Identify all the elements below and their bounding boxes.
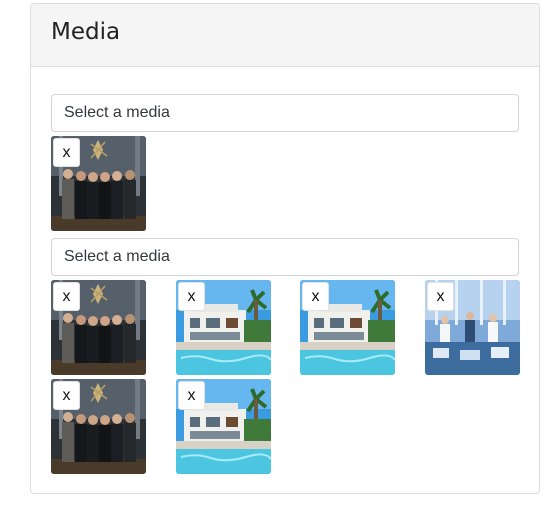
remove-media-button[interactable]: x [302, 282, 329, 311]
remove-media-button[interactable]: x [178, 282, 205, 311]
media-thumbnail: x [176, 280, 271, 375]
panel-header: Media [31, 4, 539, 67]
remove-media-button[interactable]: x [53, 138, 80, 167]
panel-title: Media [51, 19, 121, 45]
media-thumbnail: x [51, 379, 146, 474]
media-thumbnail: x [176, 379, 271, 474]
remove-media-button[interactable]: x [178, 381, 205, 410]
remove-media-button[interactable]: x [427, 282, 454, 311]
media-thumbnail: x [300, 280, 395, 375]
media-panel: Media x x x x x x x [30, 3, 540, 494]
media-thumbnail: x [51, 136, 146, 231]
media-thumbnail: x [51, 280, 146, 375]
media-select-input[interactable] [51, 238, 519, 276]
remove-media-button[interactable]: x [53, 381, 80, 410]
media-select-input[interactable] [51, 94, 519, 132]
remove-media-button[interactable]: x [53, 282, 80, 311]
media-thumbnail: x [425, 280, 520, 375]
